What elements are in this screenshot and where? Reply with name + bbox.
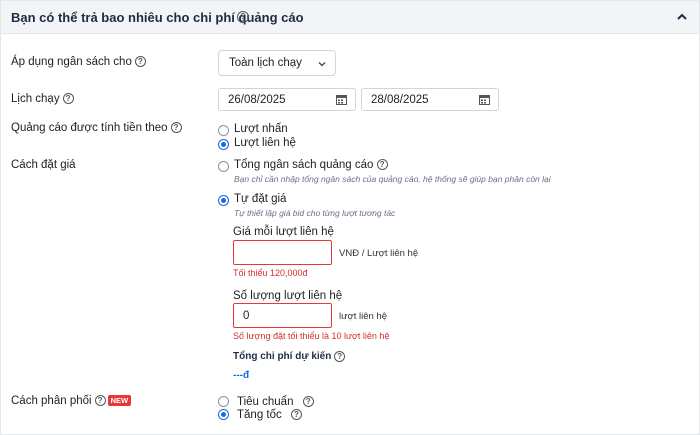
help-icon[interactable]: ? <box>302 396 314 408</box>
total-budget-hint: Bạn chỉ cần nhập tổng ngân sách của quản… <box>234 174 551 184</box>
self-bid-hint: Tự thiết lập giá bid cho từng lượt tương… <box>234 208 396 218</box>
billing-clicks-label[interactable]: Lượt nhấn <box>234 123 288 135</box>
price-field-label: Giá mỗi lượt liên hệ <box>233 226 334 238</box>
distribution-standard-label[interactable]: Tiêu chuẩn ? <box>237 396 314 408</box>
count-input-value: 0 <box>243 310 250 322</box>
total-budget-label[interactable]: Tổng ngân sách quảng cáo ? <box>234 159 388 171</box>
budget-scope-label: Áp dụng ngân sách cho? <box>11 56 146 68</box>
total-budget-radio[interactable] <box>218 161 229 172</box>
billing-contacts-radio[interactable] <box>218 139 229 150</box>
end-date-value: 28/08/2025 <box>371 94 429 106</box>
bidding-label: Cách đặt giá <box>11 159 76 171</box>
count-input[interactable]: 0 <box>233 303 332 328</box>
help-icon[interactable]: ? <box>62 93 74 105</box>
help-icon[interactable]: ? <box>134 56 146 68</box>
new-badge: NEW <box>107 395 132 407</box>
price-unit: VNĐ / Lượt liên hệ <box>339 248 419 259</box>
start-date-input[interactable]: 26/08/2025 <box>218 88 356 111</box>
help-icon[interactable]: ? <box>376 159 388 171</box>
calendar-icon[interactable] <box>336 94 347 105</box>
budget-scope-value: Toàn lịch chạy <box>229 57 302 69</box>
panel-header[interactable]: Bạn có thể trả bao nhiêu cho chi phí quả… <box>1 1 699 34</box>
billing-clicks-radio[interactable] <box>218 125 229 136</box>
chevron-down-icon <box>318 62 326 67</box>
start-date-value: 26/08/2025 <box>228 94 286 106</box>
distribution-label: Cách phân phối? NEW <box>11 395 132 407</box>
help-icon[interactable]: ? <box>290 409 302 421</box>
distribution-accelerated-label[interactable]: Tăng tốc ? <box>237 409 302 421</box>
chevron-up-icon[interactable] <box>677 12 687 22</box>
schedule-label: Lịch chạy? <box>11 93 74 105</box>
estimate-value: ---đ <box>233 370 250 381</box>
help-icon[interactable]: ? <box>237 11 249 23</box>
end-date-input[interactable]: 28/08/2025 <box>361 88 499 111</box>
billing-contacts-label[interactable]: Lượt liên hệ <box>234 137 296 149</box>
budget-scope-select[interactable]: Toàn lịch chạy <box>218 50 336 76</box>
price-error: Tối thiểu 120,000đ <box>233 268 308 278</box>
calendar-icon[interactable] <box>479 94 490 105</box>
help-icon[interactable]: ? <box>170 122 182 134</box>
count-field-label: Số lượng lượt liên hệ <box>233 290 343 302</box>
price-input[interactable] <box>233 240 332 265</box>
billing-label: Quảng cáo được tính tiền theo? <box>11 122 182 134</box>
help-icon[interactable]: ? <box>334 351 346 362</box>
count-error: Số lượng đặt tối thiểu là 10 lượt liên h… <box>233 331 390 341</box>
count-unit: lượt liên hệ <box>339 311 387 322</box>
estimate-label: Tổng chi phí dự kiến ? <box>233 351 346 362</box>
budget-panel: Bạn có thể trả bao nhiêu cho chi phí quả… <box>0 0 700 435</box>
panel-title: Bạn có thể trả bao nhiêu cho chi phí quả… <box>11 10 304 25</box>
self-bid-radio[interactable] <box>218 195 229 206</box>
distribution-accelerated-radio[interactable] <box>218 409 229 420</box>
help-icon[interactable]: ? <box>94 395 106 407</box>
self-bid-label[interactable]: Tự đặt giá <box>234 193 286 205</box>
distribution-standard-radio[interactable] <box>218 396 229 407</box>
